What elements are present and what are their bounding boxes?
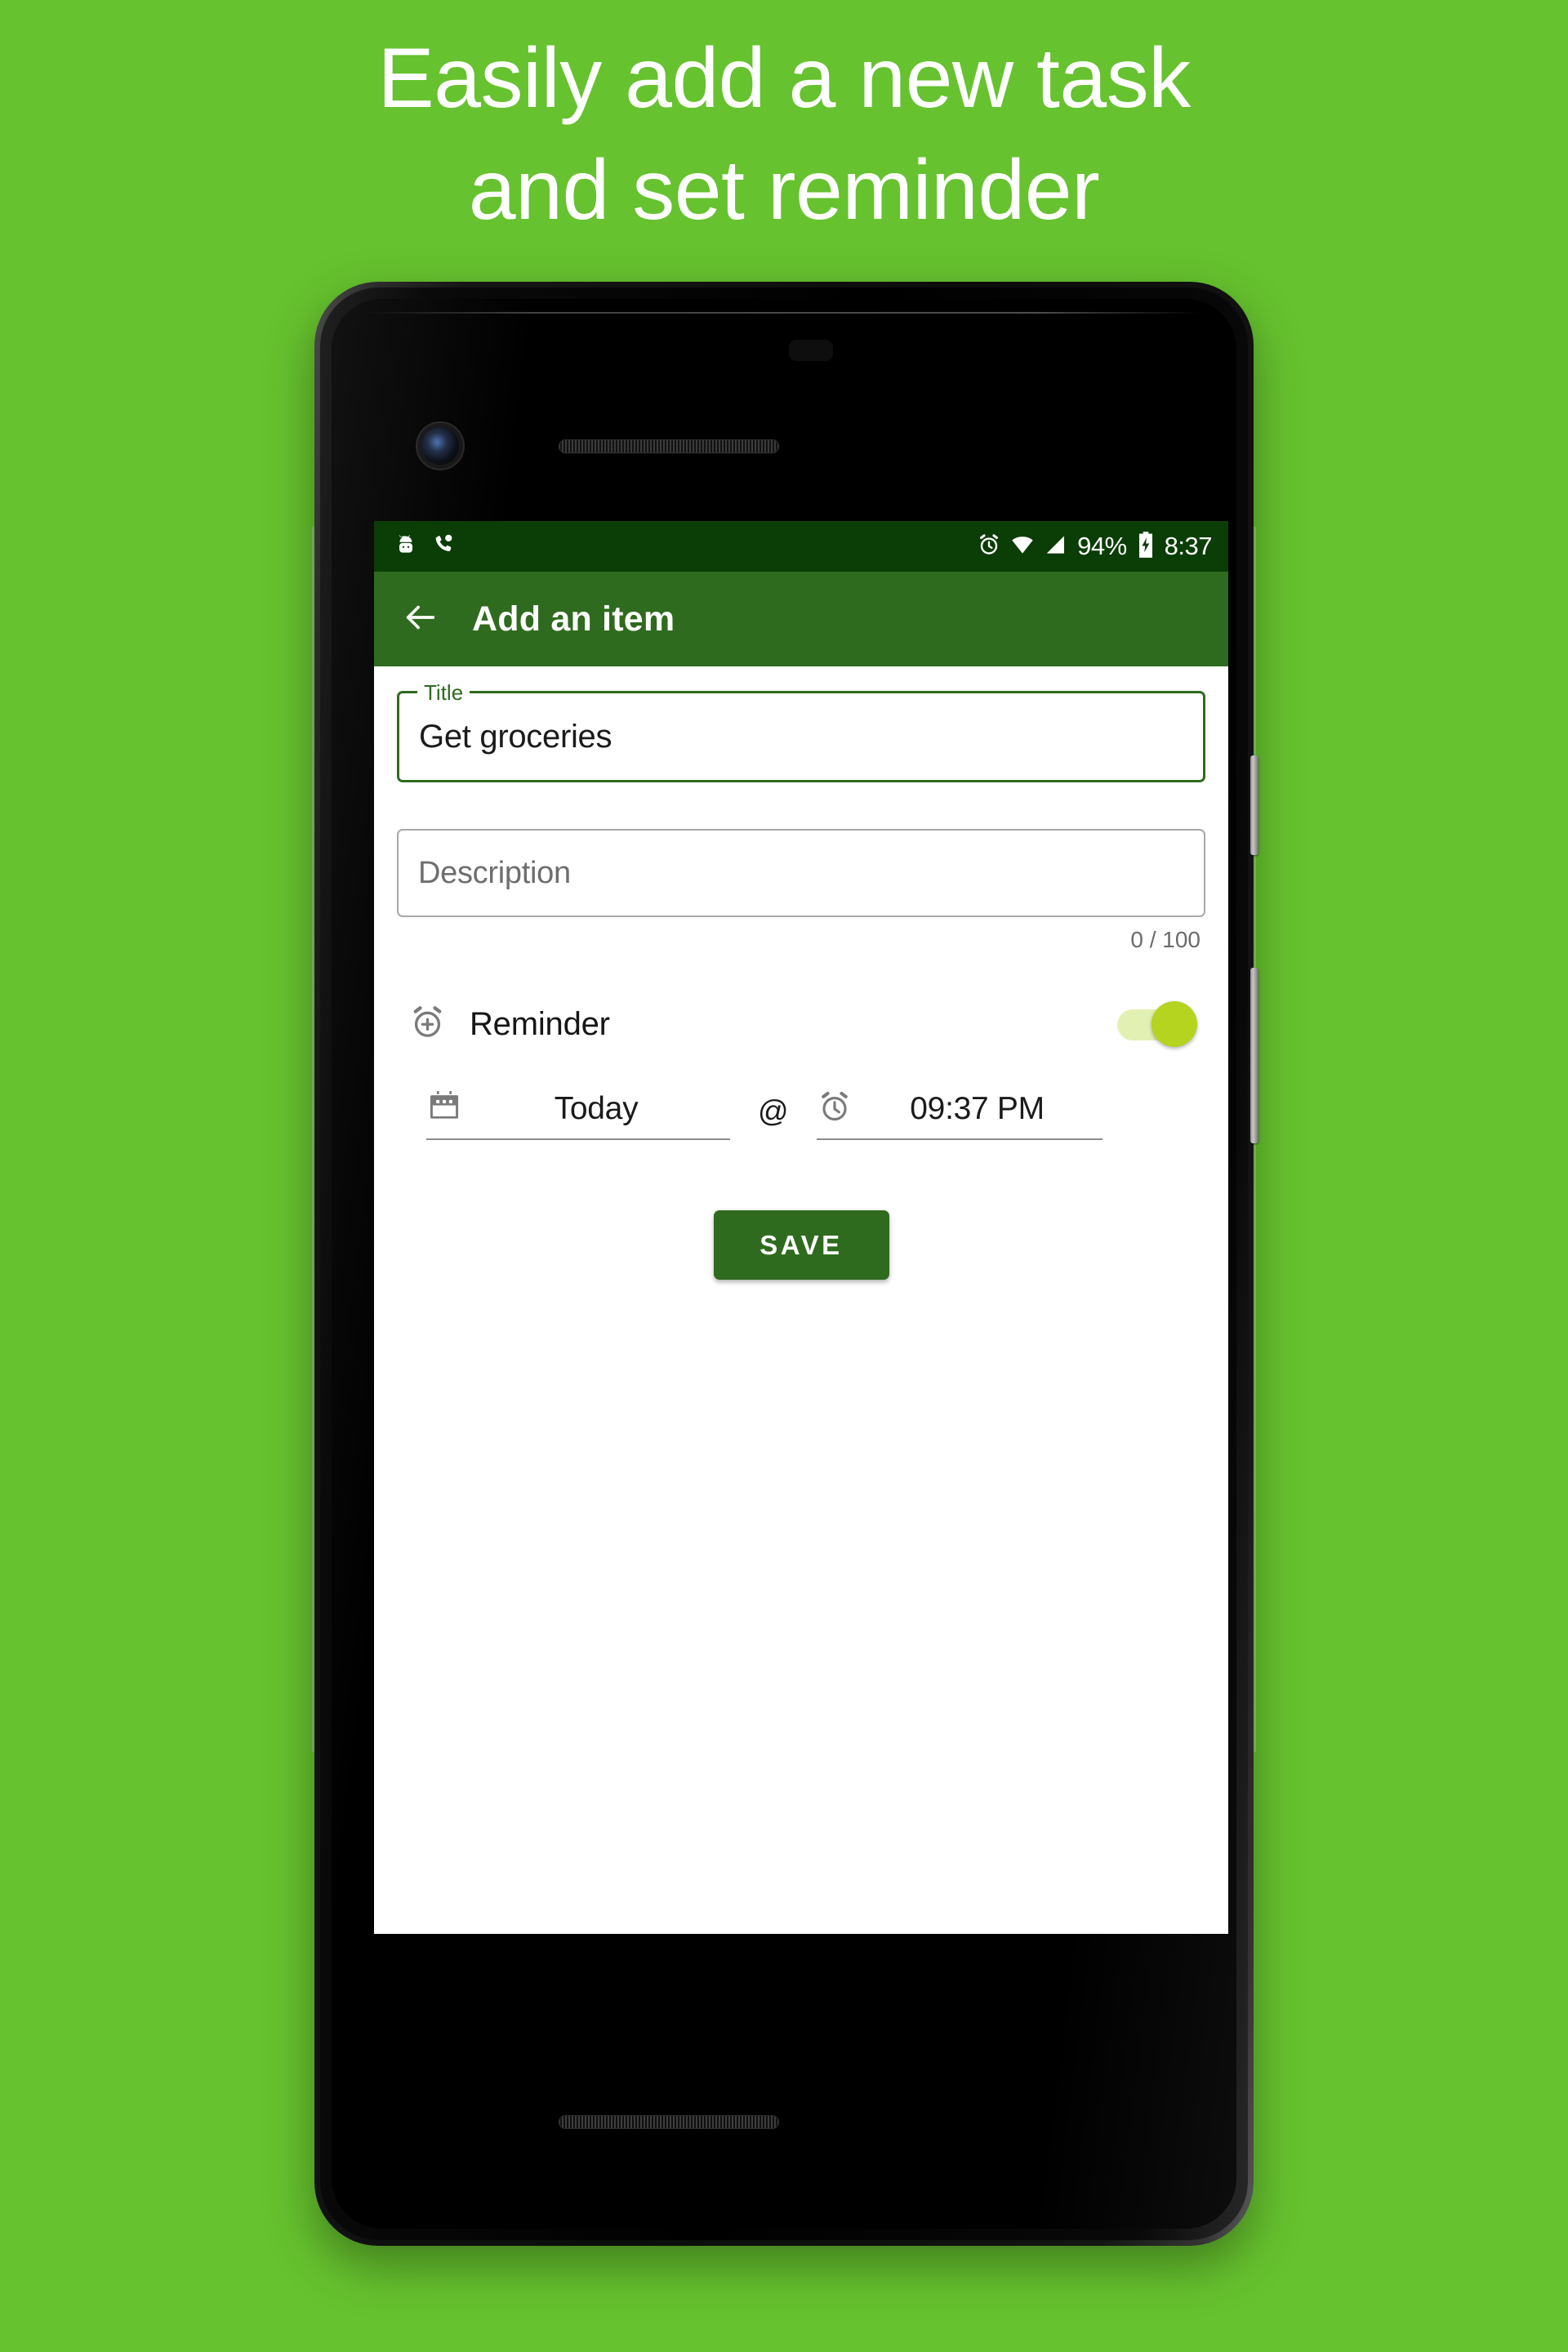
alarm-add-icon (408, 1003, 447, 1045)
title-input-value: Get groceries (419, 718, 612, 755)
missed-call-icon (431, 532, 456, 561)
schedule-separator: @ (758, 1094, 789, 1128)
title-input-label: Title (417, 679, 470, 706)
phone-left-rail (312, 527, 315, 1752)
description-input[interactable]: Description (397, 829, 1205, 917)
back-arrow-icon[interactable] (402, 599, 439, 640)
calendar-icon (426, 1089, 462, 1129)
date-value: Today (554, 1090, 639, 1126)
power-button[interactable] (1250, 755, 1258, 855)
phone-glass: 94% 8:37 Add an item Title Get groceries… (332, 299, 1236, 2229)
schedule-row: Today @ 09:37 PM (397, 1089, 1205, 1140)
status-bar-left-icons (394, 532, 456, 561)
battery-charging-icon (1136, 531, 1156, 562)
save-button-wrap: SAVE (397, 1210, 1205, 1280)
reminder-toggle-thumb (1152, 1001, 1197, 1047)
proximity-sensor-icon (789, 340, 833, 361)
description-char-counter: 0 / 100 (1130, 927, 1200, 952)
status-bar-right-icons: 94% 8:37 (977, 531, 1213, 562)
app-bar: Add an item (374, 572, 1228, 666)
time-value: 09:37 PM (910, 1090, 1045, 1126)
description-input-placeholder: Description (418, 855, 571, 890)
date-picker[interactable]: Today (426, 1089, 730, 1140)
bottom-speaker-icon (559, 2115, 779, 2129)
volume-button[interactable] (1250, 968, 1258, 1143)
page-title: Add an item (472, 599, 675, 639)
alarm-clock-icon (817, 1089, 853, 1129)
android-icon (394, 532, 418, 561)
time-picker[interactable]: 09:37 PM (816, 1089, 1102, 1140)
promo-headline: Easily add a new task and set reminder (377, 31, 1191, 238)
reminder-toggle[interactable] (1117, 1001, 1197, 1047)
phone-device-frame: 94% 8:37 Add an item Title Get groceries… (312, 282, 1258, 2246)
reminder-label: Reminder (470, 1005, 610, 1042)
alarm-icon (977, 532, 1001, 561)
wifi-icon (1010, 532, 1035, 561)
cellular-signal-icon (1044, 532, 1068, 561)
front-camera-icon (421, 427, 459, 465)
phone-screen: 94% 8:37 Add an item Title Get groceries… (374, 521, 1228, 1934)
battery-percent-label: 94% (1077, 532, 1127, 560)
earpiece-speaker-icon (559, 439, 779, 453)
save-button[interactable]: SAVE (713, 1210, 889, 1280)
status-bar-clock: 8:37 (1164, 532, 1213, 560)
bezel-hairline (364, 312, 1204, 314)
form-content: Title Get groceries Description 0 / 100 (374, 679, 1228, 1934)
status-bar: 94% 8:37 (374, 521, 1228, 572)
title-input[interactable]: Title Get groceries (397, 679, 1205, 782)
reminder-row[interactable]: Reminder (397, 996, 1205, 1053)
phone-inner-bezel: 94% 8:37 Add an item Title Get groceries… (320, 287, 1248, 2240)
